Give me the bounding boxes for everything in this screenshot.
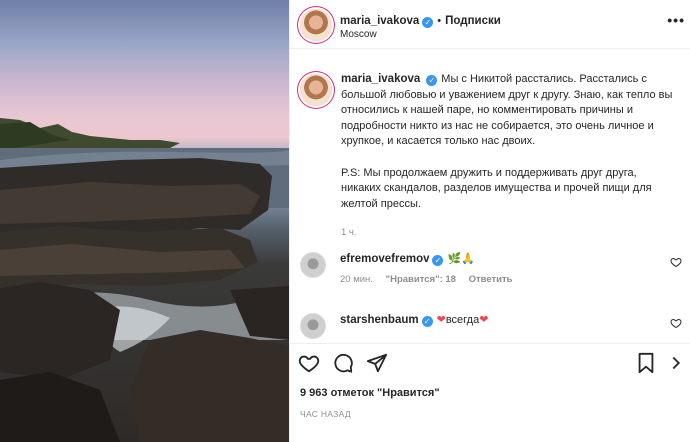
caption-avatar[interactable] <box>300 74 332 106</box>
comment-item: efremovefremov ✓ 🌿🙏 20 мин. "Нравится": 18… <box>300 248 682 298</box>
comment-body: efremovefremov ✓ 🌿🙏 <box>340 252 475 266</box>
red-heart-icon: ❤ <box>479 314 489 326</box>
commenter-avatar[interactable] <box>300 313 326 339</box>
caption-text-block: maria_ivakova ✓ Мы с Никитой расстались. Р… <box>341 72 676 241</box>
post-photo[interactable] <box>0 0 289 442</box>
more-options-icon[interactable]: ••• <box>667 12 685 28</box>
bookmark-icon[interactable] <box>635 352 657 374</box>
caption-timestamp[interactable]: 1 ч. <box>341 225 676 241</box>
commenter-avatar[interactable] <box>300 252 326 278</box>
share-icon[interactable] <box>366 352 388 374</box>
comment-username[interactable]: starshenbaum <box>340 314 419 326</box>
red-heart-icon: ❤ <box>436 314 446 326</box>
scroll-down-chevron-icon[interactable] <box>665 352 687 374</box>
comment-username[interactable]: efremovefremov <box>340 253 429 265</box>
post-details-panel: maria_ivakova ✓ • Подписки Moscow ••• maria… <box>289 0 690 442</box>
verified-badge-icon: ✓ <box>422 17 434 28</box>
separator-dot: • <box>437 15 442 27</box>
post-location[interactable]: Moscow <box>340 29 377 40</box>
comment-like-heart-icon[interactable] <box>670 317 682 329</box>
comment-meta: 20 мин. "Нравится": 18 Ответить <box>340 274 522 285</box>
seascape-image <box>0 118 289 442</box>
comment-likes[interactable]: "Нравится": 18 <box>386 274 456 285</box>
author-line: maria_ivakova ✓ • Подписки <box>340 11 501 29</box>
comment-text: 🌿🙏 <box>447 253 475 265</box>
post-actions-bar: 9 963 отметок "Нравится" ЧАС НАЗАД <box>290 343 690 442</box>
author-username[interactable]: maria_ivakova <box>340 15 419 27</box>
reply-button[interactable]: Ответить <box>469 274 513 285</box>
comment-time[interactable]: 20 мин. <box>340 274 373 285</box>
likes-count[interactable]: 9 963 отметок "Нравится" <box>300 387 440 399</box>
caption-username[interactable]: maria_ivakova <box>341 73 420 85</box>
author-avatar[interactable] <box>300 9 332 41</box>
verified-badge-icon: ✓ <box>426 75 438 86</box>
verified-badge-icon: ✓ <box>421 316 433 327</box>
comment-like-heart-icon[interactable] <box>670 256 682 268</box>
heart-icon[interactable] <box>298 352 320 374</box>
following-button[interactable]: Подписки <box>445 15 501 27</box>
comment-body: starshenbaum ✓ ❤всегда❤ <box>340 313 488 327</box>
verified-badge-icon: ✓ <box>432 255 444 266</box>
post-header: maria_ivakova ✓ • Подписки Moscow ••• <box>290 0 690 49</box>
comment-icon[interactable] <box>332 352 354 374</box>
caption-ps: P.S: Мы продолжаем дружить и поддерживат… <box>341 166 652 210</box>
comment-text: всегда <box>445 314 480 326</box>
posted-time[interactable]: ЧАС НАЗАД <box>300 409 351 419</box>
